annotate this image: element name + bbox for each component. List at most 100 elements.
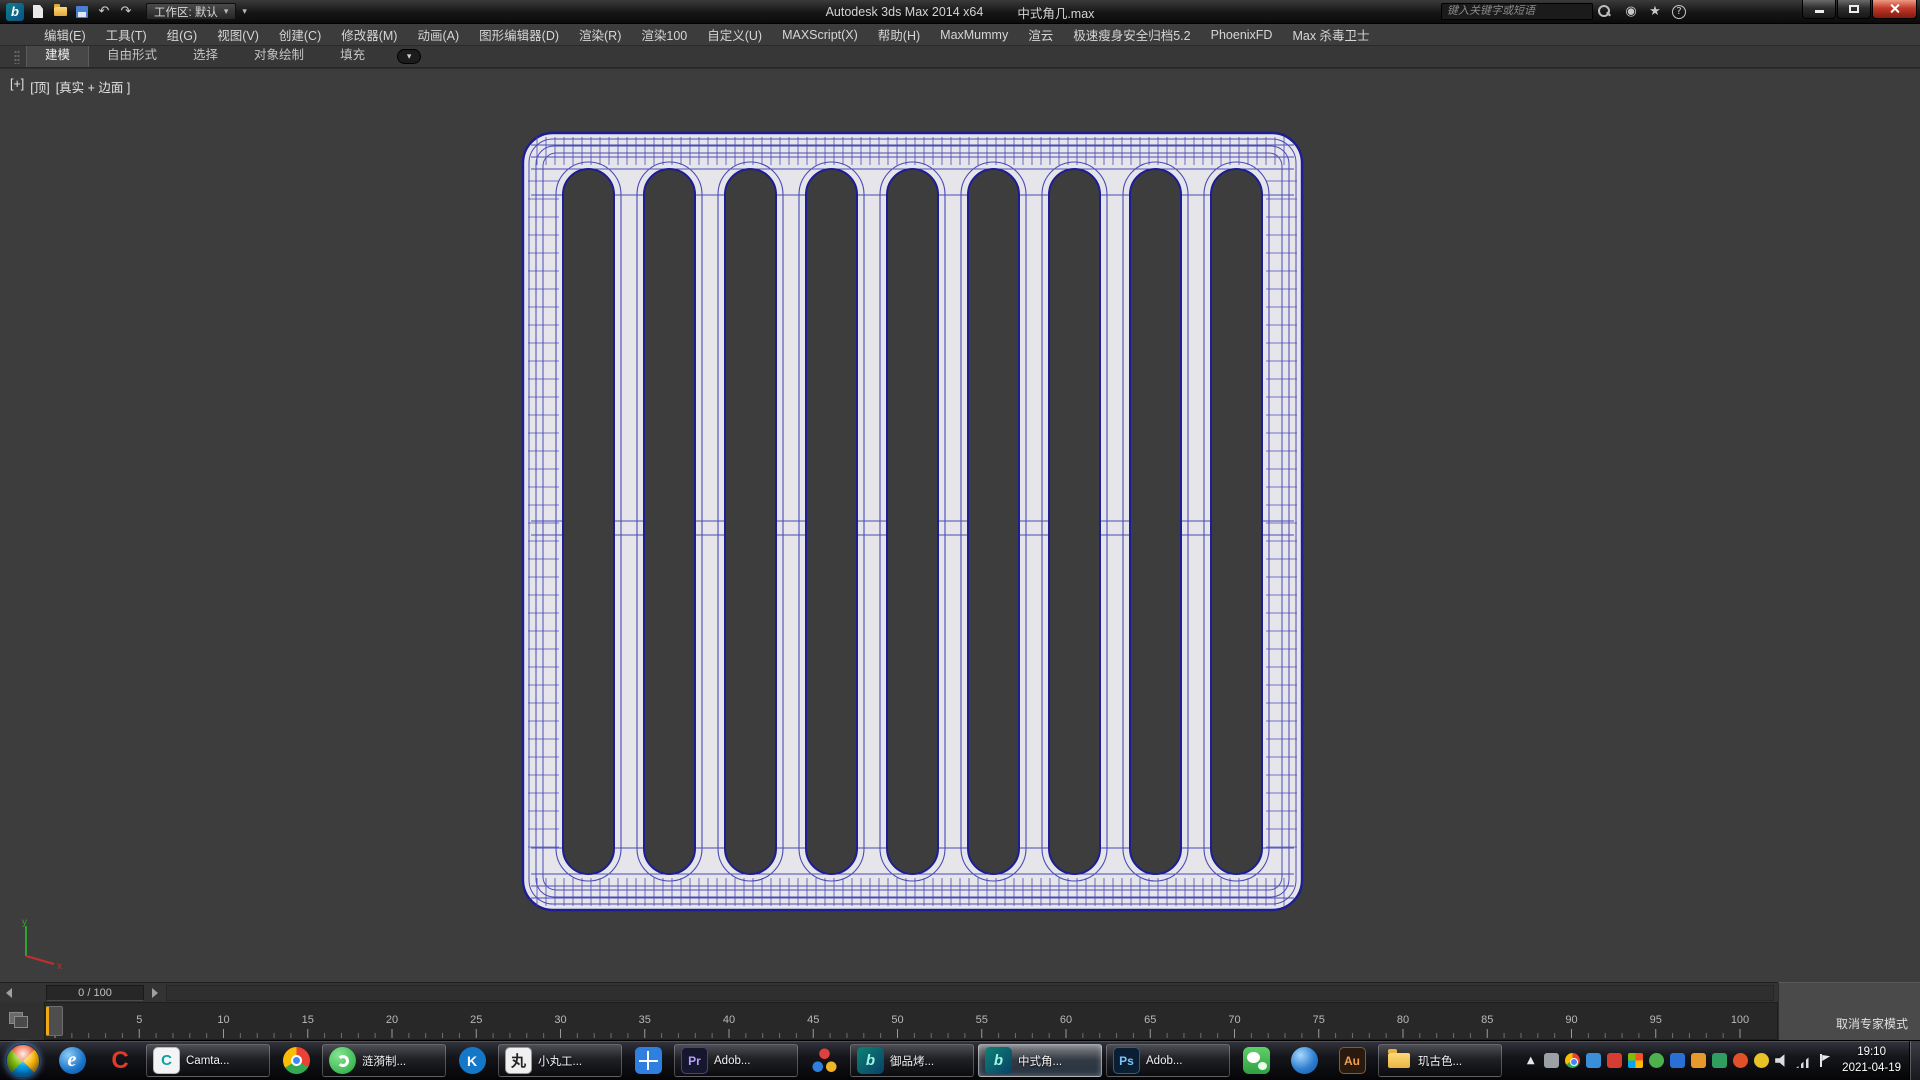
taskbar-blue-browser[interactable] <box>1282 1044 1326 1078</box>
taskbar-internet-explorer[interactable]: e <box>50 1044 94 1078</box>
save-file-icon[interactable] <box>74 4 90 20</box>
previous-frame-button[interactable] <box>2 986 16 1000</box>
taskbar-folder-window[interactable]: 玑古色... <box>1378 1044 1502 1077</box>
svg-text:5: 5 <box>136 1014 142 1026</box>
taskbar-photoshop[interactable]: PsAdob... <box>1106 1044 1230 1077</box>
menu-item-12[interactable]: 帮助(H) <box>868 24 930 46</box>
track-bar[interactable] <box>166 985 1774 1001</box>
workspace-dropdown[interactable]: 工作区: 默认 ▾ <box>146 3 236 20</box>
chevron-down-icon: ▾ <box>224 6 229 17</box>
menu-item-7[interactable]: 图形编辑器(D) <box>469 24 569 46</box>
bluesphere-icon <box>1291 1047 1318 1074</box>
ribbon-grip-icon[interactable] <box>14 50 20 64</box>
new-scene-icon[interactable] <box>30 4 46 20</box>
menu-item-6[interactable]: 动画(A) <box>407 24 469 46</box>
redo-icon[interactable]: ↷ <box>118 4 134 20</box>
taskbar-camtasia[interactable]: CCamta... <box>146 1044 270 1077</box>
tray-volume-icon[interactable] <box>1775 1053 1790 1068</box>
menu-item-16[interactable]: PhoenixFD <box>1201 24 1283 46</box>
viewport-view-label[interactable]: [顶] <box>30 77 49 96</box>
tray-network-icon[interactable] <box>1796 1053 1811 1068</box>
tray-chrome-icon[interactable] <box>1565 1053 1580 1068</box>
show-desktop-button[interactable] <box>1909 1041 1920 1080</box>
redc-icon: C <box>107 1047 134 1074</box>
qat-customize-chevron-icon[interactable]: ▾ <box>242 6 247 17</box>
menu-item-3[interactable]: 视图(V) <box>207 24 269 46</box>
taskbar-blue-grid-app[interactable] <box>626 1044 670 1078</box>
tray-hidden-icons-chevron[interactable]: ▲ <box>1523 1053 1538 1068</box>
menu-item-1[interactable]: 工具(T) <box>96 24 157 46</box>
cancel-expert-mode-button[interactable]: 取消专家模式 <box>1832 1013 1912 1034</box>
taskbar-audition[interactable]: Au <box>1330 1044 1374 1078</box>
track-bar-row: 0 / 100 <box>0 982 1920 1002</box>
close-button[interactable] <box>1872 0 1917 19</box>
tray-green-app-icon[interactable] <box>1649 1053 1664 1068</box>
taskbar-color-dots-app[interactable] <box>802 1044 846 1078</box>
open-file-icon[interactable] <box>52 4 68 20</box>
tray-orange-app-icon[interactable] <box>1691 1053 1706 1068</box>
world-axis-gizmo: y x <box>10 916 74 974</box>
au-icon: Au <box>1339 1047 1366 1074</box>
menu-item-14[interactable]: 渲云 <box>1018 24 1063 46</box>
app-logo-icon[interactable]: b <box>6 3 24 21</box>
taskbar-app-label: Adob... <box>714 1055 750 1067</box>
taskbar-wechat[interactable] <box>1234 1044 1278 1078</box>
menu-item-5[interactable]: 修改器(M) <box>331 24 407 46</box>
time-slider-handle[interactable] <box>46 1006 63 1036</box>
menu-item-11[interactable]: MAXScript(X) <box>772 24 868 46</box>
tray-tv-app-icon[interactable] <box>1670 1053 1685 1068</box>
viewport[interactable]: [+] [顶] [真实 + 边面 ] y x <box>0 68 1920 982</box>
taskbar-xiaowan-toolbox[interactable]: 丸小丸工... <box>498 1044 622 1077</box>
menu-item-17[interactable]: Max 杀毒卫士 <box>1282 24 1379 46</box>
start-button[interactable] <box>6 1044 40 1078</box>
wireframe-model[interactable] <box>0 69 1920 982</box>
undo-icon[interactable]: ↶ <box>96 4 112 20</box>
tray-yellow-app-icon[interactable] <box>1754 1053 1769 1068</box>
tray-blue-app-icon[interactable] <box>1586 1053 1601 1068</box>
menu-item-10[interactable]: 自定义(U) <box>697 24 772 46</box>
menu-item-2[interactable]: 组(G) <box>157 24 208 46</box>
tray-green-shield-icon[interactable] <box>1712 1053 1727 1068</box>
minimize-button[interactable] <box>1802 0 1836 19</box>
tray-action-center-flag-icon[interactable] <box>1817 1053 1832 1068</box>
taskbar-chrome[interactable] <box>274 1044 318 1078</box>
taskbar-clock[interactable]: 19:10 2021-04-19 <box>1842 1045 1901 1076</box>
wechat-icon <box>1243 1047 1270 1074</box>
viewport-menu-plus[interactable]: [+] <box>10 77 24 96</box>
timeline-ruler[interactable]: 5101520253035404550556065707580859095100 <box>44 1002 1778 1040</box>
ie-icon: e <box>59 1047 86 1074</box>
taskbar-red-c-app[interactable]: C <box>98 1044 142 1078</box>
viewport-shading-label[interactable]: [真实 + 边面 ] <box>56 77 131 96</box>
document-title: 中式角几.max <box>1017 3 1094 22</box>
menu-item-8[interactable]: 渲染(R) <box>569 24 631 46</box>
svg-text:95: 95 <box>1650 1014 1662 1026</box>
mini-track-bar-icon[interactable] <box>9 1012 27 1027</box>
svg-text:80: 80 <box>1397 1014 1409 1026</box>
next-frame-button[interactable] <box>148 986 162 1000</box>
taskbar-keyshot[interactable]: K <box>450 1044 494 1078</box>
menu-item-15[interactable]: 极速瘦身安全归档5.2 <box>1063 24 1200 46</box>
taskbar-max-zhongshi[interactable]: b中式角... <box>978 1044 1102 1077</box>
menu-item-0[interactable]: 编辑(E) <box>34 24 96 46</box>
favorites-star-icon[interactable]: ★ <box>1646 3 1664 21</box>
folder-icon <box>1385 1047 1412 1074</box>
infocenter: ◉ ★ ? <box>1441 0 1920 24</box>
taskbar-max-yupin[interactable]: b御品烤... <box>850 1044 974 1077</box>
time-display[interactable]: 0 / 100 <box>46 985 144 1001</box>
tray-redorange-app-icon[interactable] <box>1733 1053 1748 1068</box>
tray-device-icon[interactable] <box>1544 1053 1559 1068</box>
communication-center-icon[interactable]: ◉ <box>1622 3 1640 21</box>
maximize-button[interactable] <box>1837 0 1871 19</box>
search-icon[interactable] <box>1597 4 1611 18</box>
menu-item-13[interactable]: MaxMummy <box>930 24 1018 46</box>
ribbon-minimize-toggle[interactable]: ▾ <box>397 49 421 64</box>
tray-red-app-icon[interactable] <box>1607 1053 1622 1068</box>
help-icon[interactable]: ? <box>1670 3 1688 21</box>
svg-text:85: 85 <box>1481 1014 1493 1026</box>
menu-item-4[interactable]: 创建(C) <box>269 24 331 46</box>
taskbar-green-app[interactable]: 涟漪制... <box>322 1044 446 1077</box>
tray-colorful-app-icon[interactable] <box>1628 1053 1643 1068</box>
menu-item-9[interactable]: 渲染100 <box>631 24 697 46</box>
taskbar-premiere[interactable]: PrAdob... <box>674 1044 798 1077</box>
search-input[interactable] <box>1441 3 1593 20</box>
